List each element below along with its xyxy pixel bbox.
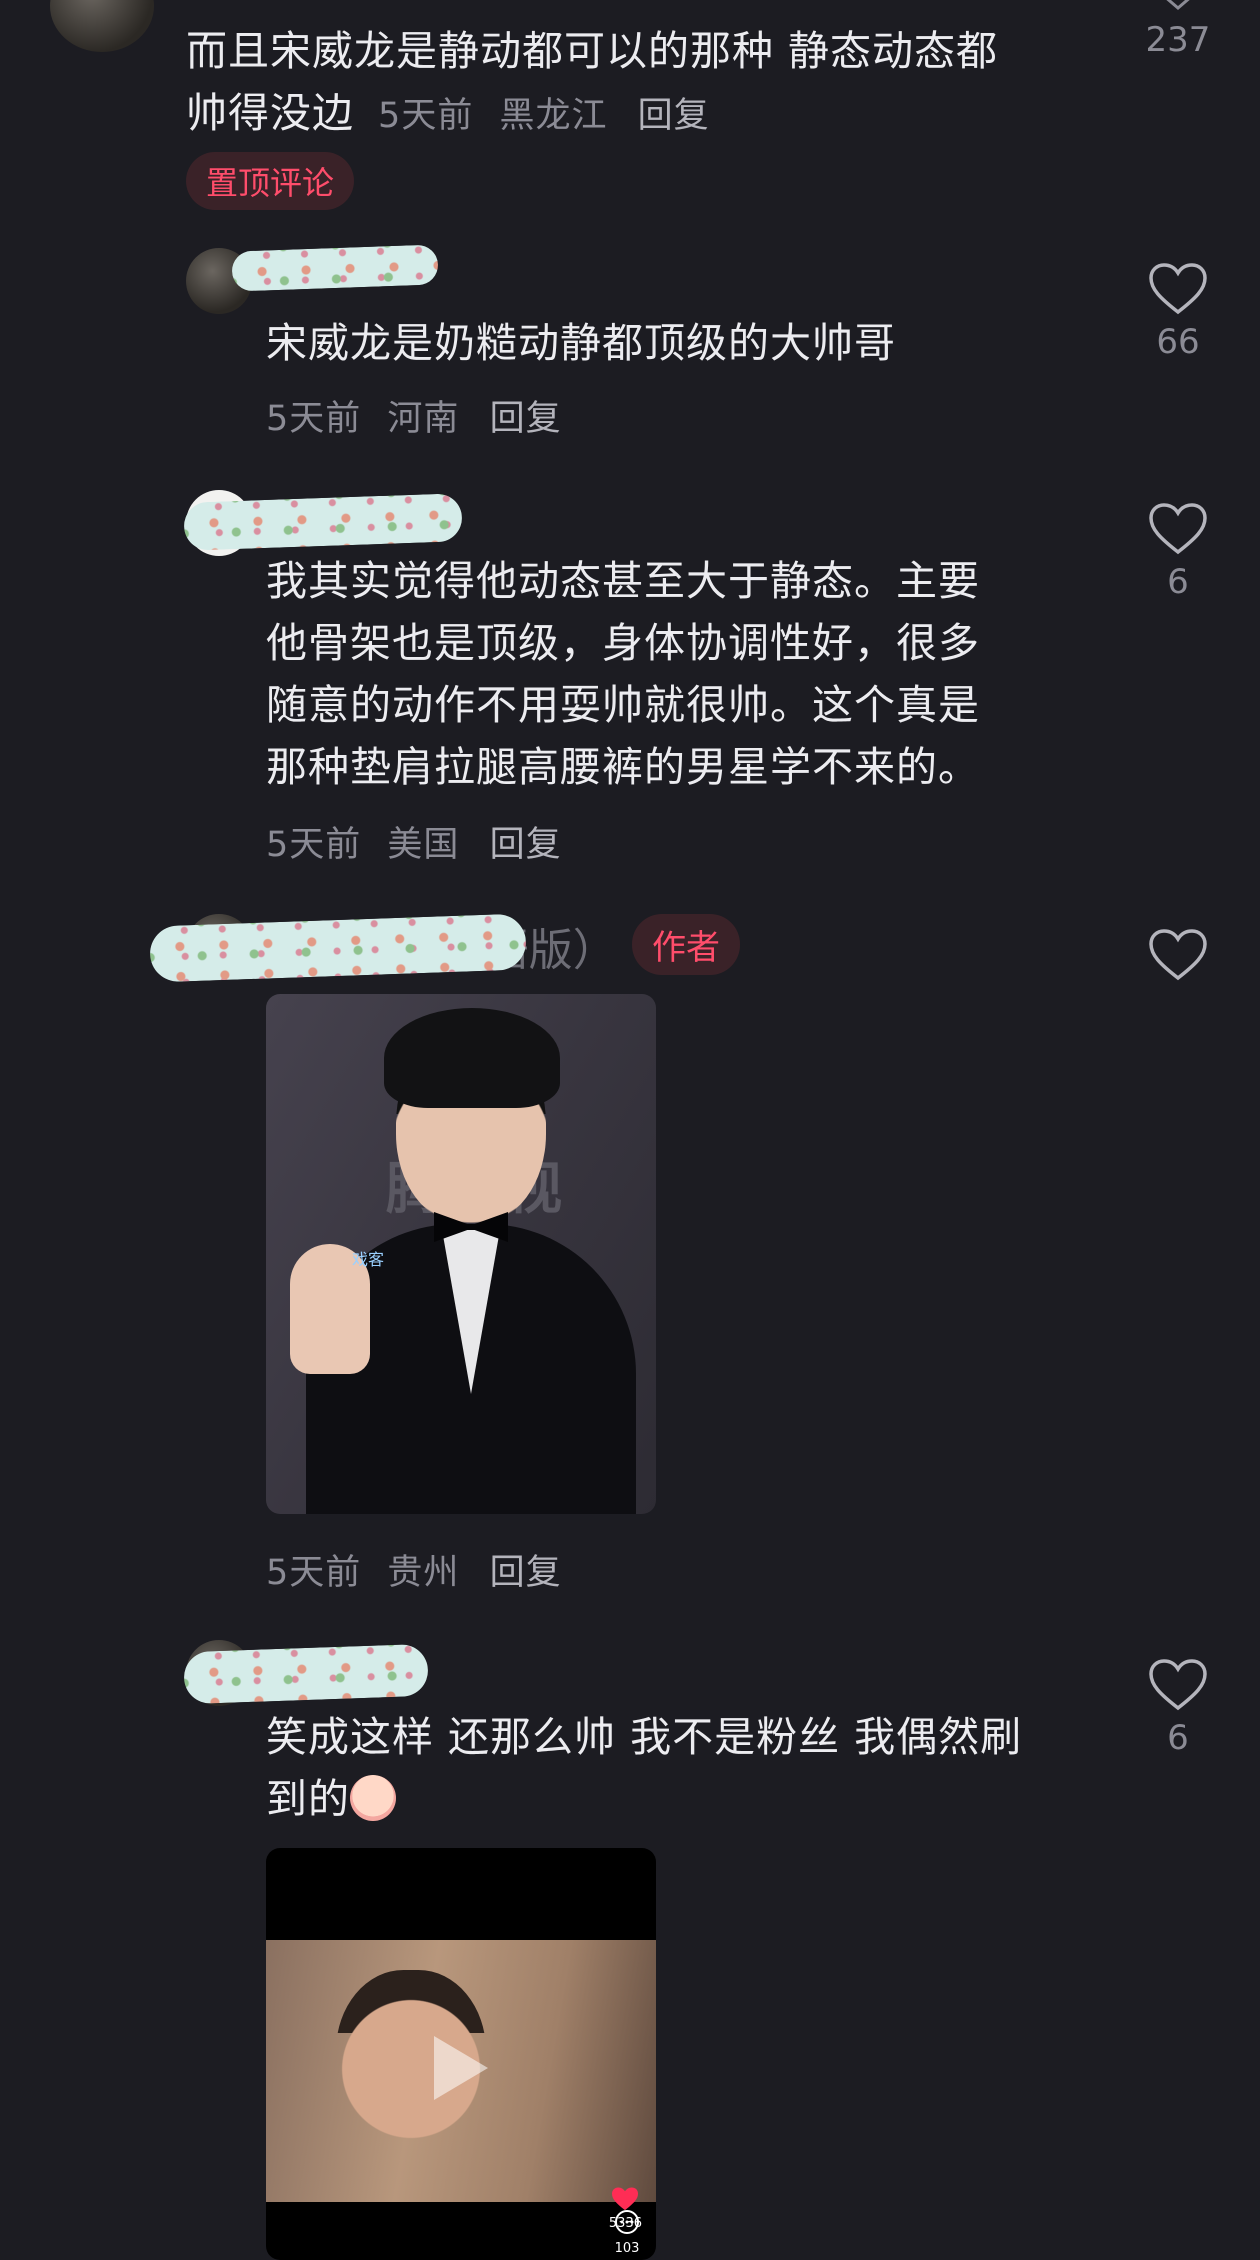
comment-line: 笑成这样 还那么帅 我不是粉丝 我偶然刷: [266, 1713, 1023, 1761]
photo-hair: [384, 1008, 560, 1108]
comment-line: 那种垫肩拉腿高腰裤的男星学不来的。: [266, 743, 980, 791]
comment-meta: 5天前 美国 回复: [266, 816, 562, 867]
comment-location: 黑龙江: [499, 96, 608, 136]
heart-outline-icon: [1149, 263, 1207, 315]
chevron-down-icon: [1166, 0, 1190, 10]
comment-text: 而且宋威龙是静动都可以的那种 静态动态都 帅得没边 5天前 黑龙江 回复: [186, 20, 998, 147]
redacted-username: [231, 244, 439, 292]
comment-line: 他骨架也是顶级，身体协调性好，很多: [266, 619, 980, 667]
like-button[interactable]: 6: [1138, 1658, 1218, 1758]
comment-line: 帅得没边 5天前 黑龙江 回复: [186, 82, 998, 147]
reply-button[interactable]: 回复: [490, 1553, 562, 1593]
like-count: 237: [1145, 20, 1211, 60]
comment-line: 随意的动作不用耍帅就很帅。这个真是: [266, 681, 980, 729]
heart-outline-icon: [1149, 929, 1207, 981]
pinned-badge: 置顶评论: [186, 152, 355, 210]
like-button[interactable]: [1138, 928, 1218, 982]
comment-time: 5天前: [378, 96, 474, 136]
video-frame: 5336: [266, 1940, 656, 2231]
comment-location: 河南: [387, 399, 460, 439]
comment-page: 而且宋威龙是静动都可以的那种 静态动态都 帅得没边 5天前 黑龙江 回复 置顶评…: [0, 0, 1260, 2260]
comment-meta: 5天前 河南 回复: [266, 390, 562, 441]
video-comment: 103: [612, 2209, 642, 2256]
comment-meta: 5天前 贵州 回复: [266, 1544, 562, 1595]
comment-text: 我其实觉得他动态甚至大于静态。主要 他骨架也是顶级，身体协调性好，很多 随意的动…: [266, 550, 980, 798]
redacted-username: [183, 1643, 429, 1705]
comment-time: 5天前: [266, 825, 362, 865]
reply-button[interactable]: 回复: [490, 399, 562, 439]
author-badge: 作者: [632, 914, 740, 975]
comment-meta: 5天前 黑龙江 回复: [378, 96, 710, 136]
commenter-avatar[interactable]: [50, 0, 154, 52]
comment-text: 宋威龙是奶糙动静都顶级的大帅哥: [266, 319, 896, 367]
comment-line-text: 到的: [266, 1775, 350, 1823]
play-icon[interactable]: [434, 2036, 488, 2100]
like-button[interactable]: 66: [1138, 262, 1218, 362]
comment-line: 而且宋威龙是静动都可以的那种 静态动态都: [186, 27, 999, 75]
comment-time: 5天前: [266, 1553, 362, 1593]
like-count: 6: [1167, 562, 1189, 602]
comment-location: 美国: [387, 825, 460, 865]
comment-video[interactable]: 5336 103: [266, 1848, 656, 2260]
comment-text: 笑成这样 还那么帅 我不是粉丝 我偶然刷 到的: [266, 1706, 1022, 1830]
comment-location: 贵州: [387, 1553, 460, 1593]
comment-time: 5天前: [266, 399, 362, 439]
like-button[interactable]: 237: [1138, 0, 1218, 60]
like-count: 6: [1167, 1718, 1189, 1758]
like-count: 66: [1156, 322, 1200, 362]
video-comment-count: 103: [614, 2241, 640, 2256]
heart-outline-icon: [1149, 1659, 1207, 1711]
watermark-logo: 戏客: [352, 1250, 385, 1269]
like-button[interactable]: 6: [1138, 502, 1218, 602]
reply-button[interactable]: 回复: [638, 96, 710, 136]
redacted-username: [183, 493, 463, 551]
heart-outline-icon: [1149, 503, 1207, 555]
comment-line-text: 帅得没边: [186, 89, 354, 137]
comment-line: 到的: [266, 1768, 1022, 1830]
comment-photo[interactable]: 腾讯视 戏客: [266, 994, 656, 1514]
comment-icon: [615, 2210, 639, 2234]
reply-button[interactable]: 回复: [490, 825, 562, 865]
crying-laugh-emoji-icon: [350, 1775, 396, 1821]
comment-line: 我其实觉得他动态甚至大于静态。主要: [266, 557, 980, 605]
